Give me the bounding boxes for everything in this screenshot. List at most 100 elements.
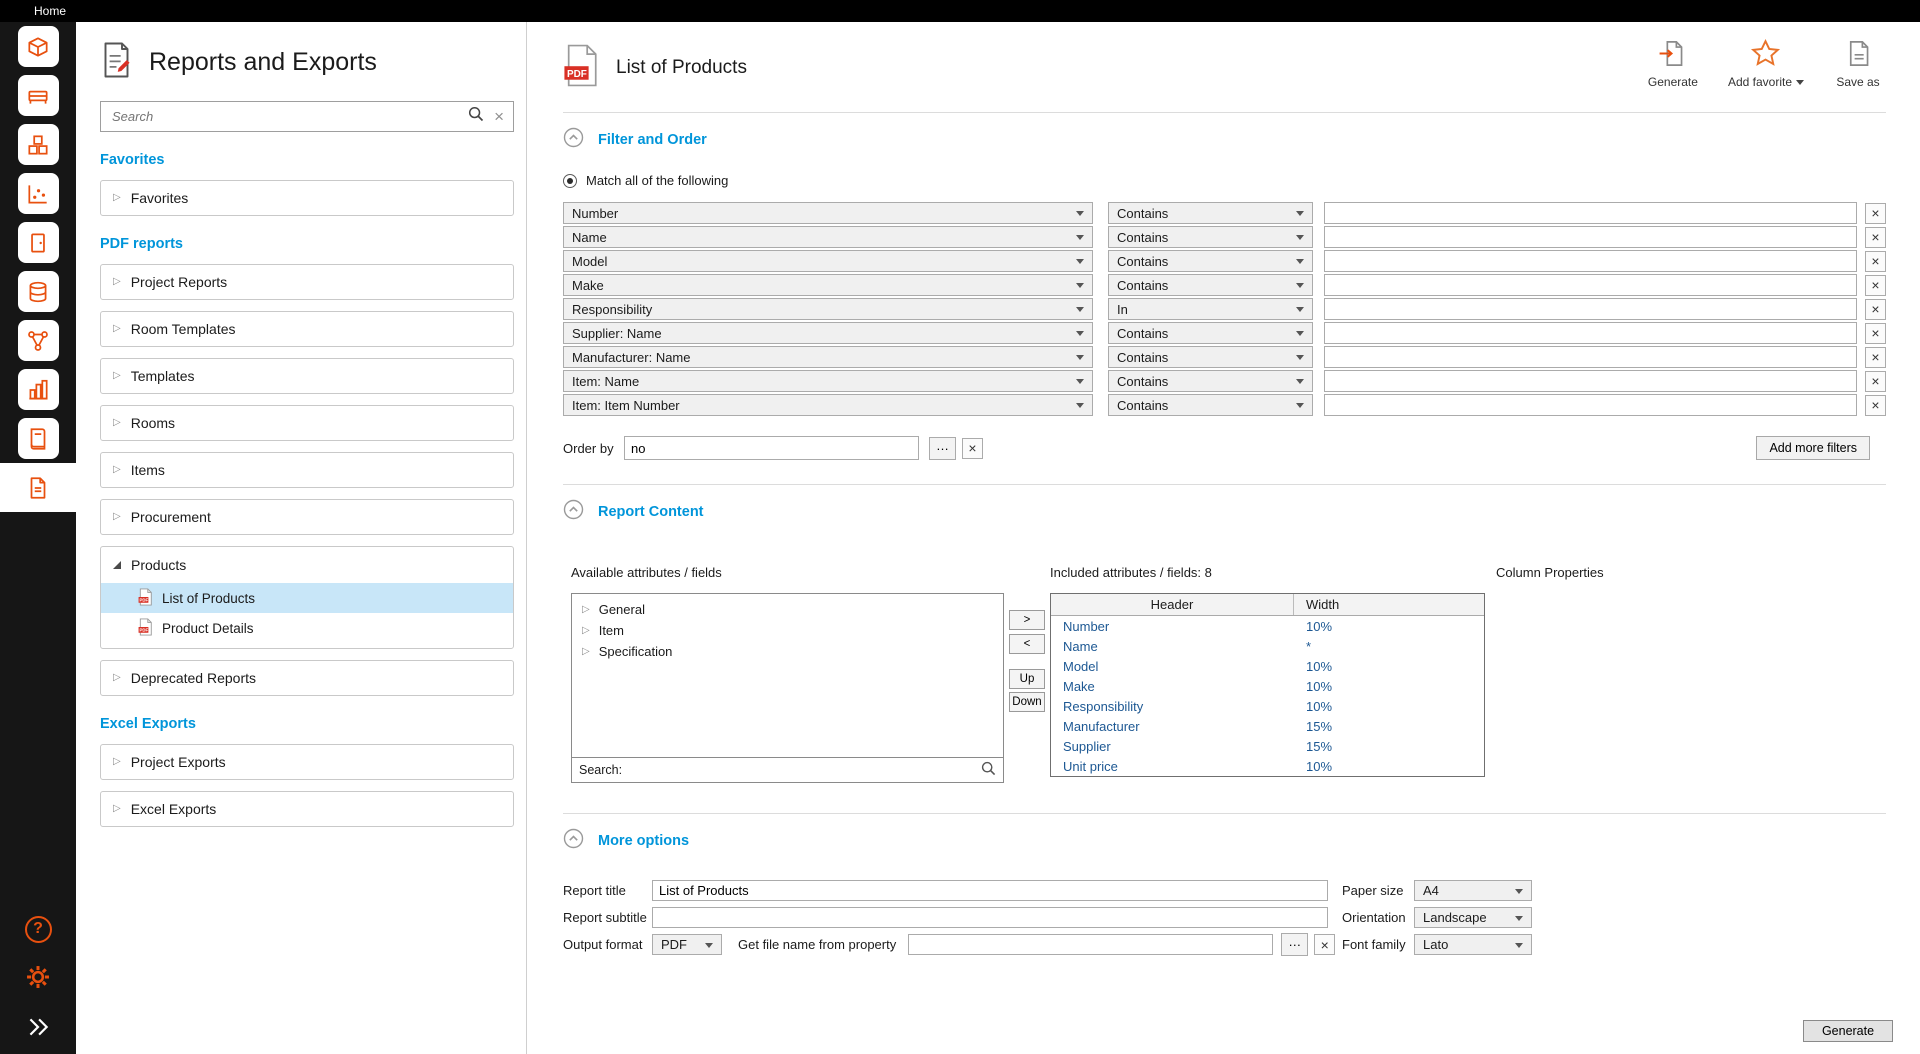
clear-search-icon[interactable]: × [494, 108, 504, 125]
filter-value-input[interactable] [1324, 226, 1857, 248]
filter-field-dropdown[interactable]: Manufacturer: Name [563, 346, 1093, 368]
table-row[interactable]: Number 10% [1051, 616, 1484, 636]
filter-operator-dropdown[interactable]: Contains [1108, 370, 1313, 392]
order-by-input[interactable] [624, 436, 919, 460]
filter-field-dropdown[interactable]: Responsibility [563, 298, 1093, 320]
filter-field-dropdown[interactable]: Item: Item Number [563, 394, 1093, 416]
rail-item-settings[interactable] [0, 954, 76, 1004]
add-more-filters-button[interactable]: Add more filters [1756, 436, 1870, 460]
filter-operator-dropdown[interactable]: Contains [1108, 346, 1313, 368]
report-title-input[interactable] [652, 880, 1328, 901]
filter-operator-dropdown[interactable]: In [1108, 298, 1313, 320]
order-by-browse-button[interactable]: … [929, 437, 956, 460]
report-subtitle-input[interactable] [652, 907, 1328, 928]
clear-file-name-button[interactable]: × [1314, 934, 1335, 955]
table-row[interactable]: Unit price 10% [1051, 756, 1484, 776]
sidebar-item-products[interactable]: Products [101, 547, 513, 583]
filter-value-input[interactable] [1324, 370, 1857, 392]
filter-value-input[interactable] [1324, 298, 1857, 320]
filter-value-input[interactable] [1324, 274, 1857, 296]
sidebar-item-list-of-products[interactable]: PDF List of Products [101, 583, 513, 613]
remove-filter-button[interactable]: × [1865, 275, 1886, 296]
table-row[interactable]: Supplier 15% [1051, 736, 1484, 756]
filter-value-input[interactable] [1324, 394, 1857, 416]
sidebar-item-project-exports[interactable]: ▷ Project Exports [100, 744, 514, 780]
rail-item-items[interactable] [0, 120, 76, 169]
sidebar-item-project-reports[interactable]: ▷ Project Reports [100, 264, 514, 300]
filter-value-input[interactable] [1324, 202, 1857, 224]
remove-filter-button[interactable]: × [1865, 203, 1886, 224]
filter-field-dropdown[interactable]: Make [563, 274, 1093, 296]
add-favorite-button[interactable]: Add favorite [1724, 38, 1808, 89]
save-as-button[interactable]: Save as [1830, 38, 1886, 89]
search-icon[interactable] [981, 761, 996, 779]
sidebar-item-deprecated-reports[interactable]: ▷ Deprecated Reports [100, 660, 514, 696]
output-format-dropdown[interactable]: PDF [652, 934, 722, 955]
sidebar-item-room-templates[interactable]: ▷ Room Templates [100, 311, 514, 347]
move-up-button[interactable]: Up [1009, 669, 1045, 689]
file-name-property-input[interactable] [908, 934, 1273, 955]
filter-value-input[interactable] [1324, 250, 1857, 272]
table-row[interactable]: Name * [1051, 636, 1484, 656]
table-row[interactable]: Manufacturer 15% [1051, 716, 1484, 736]
search-icon[interactable] [468, 106, 484, 127]
rail-item-statistics[interactable] [0, 365, 76, 414]
filter-value-input[interactable] [1324, 346, 1857, 368]
collapse-section-icon[interactable] [563, 127, 584, 153]
filter-operator-dropdown[interactable]: Contains [1108, 274, 1313, 296]
filter-operator-dropdown[interactable]: Contains [1108, 202, 1313, 224]
search-input[interactable] [110, 108, 458, 125]
font-family-dropdown[interactable]: Lato [1414, 934, 1532, 955]
generate-button[interactable]: Generate [1644, 38, 1702, 89]
orientation-dropdown[interactable]: Landscape [1414, 907, 1532, 928]
collapse-section-icon[interactable] [563, 828, 584, 854]
remove-filter-button[interactable]: × [1865, 371, 1886, 392]
rail-item-reports[interactable] [0, 463, 76, 512]
tree-item-general[interactable]: ▷ General [572, 599, 1003, 620]
file-name-browse-button[interactable]: … [1281, 933, 1308, 956]
sidebar-item-excel-exports[interactable]: ▷ Excel Exports [100, 791, 514, 827]
filter-field-dropdown[interactable]: Item: Name [563, 370, 1093, 392]
remove-filter-button[interactable]: × [1865, 347, 1886, 368]
table-row[interactable]: Model 10% [1051, 656, 1484, 676]
table-row[interactable]: Make 10% [1051, 676, 1484, 696]
remove-filter-button[interactable]: × [1865, 251, 1886, 272]
sidebar-item-templates[interactable]: ▷ Templates [100, 358, 514, 394]
rail-item-distribution[interactable] [0, 169, 76, 218]
remove-filter-button[interactable]: × [1865, 299, 1886, 320]
rail-item-database[interactable] [0, 267, 76, 316]
rail-item-help[interactable]: ? [0, 904, 76, 954]
remove-filter-button[interactable]: × [1865, 227, 1886, 248]
move-left-button[interactable]: < [1009, 634, 1045, 654]
remove-filter-button[interactable]: × [1865, 395, 1886, 416]
sidebar-item-procurement[interactable]: ▷ Procurement [100, 499, 514, 535]
rail-item-room-planner[interactable] [0, 22, 76, 71]
table-row[interactable]: Responsibility 10% [1051, 696, 1484, 716]
filter-field-dropdown[interactable]: Model [563, 250, 1093, 272]
filter-field-dropdown[interactable]: Number [563, 202, 1093, 224]
clear-order-by-button[interactable]: × [962, 438, 983, 459]
rail-item-documents[interactable] [0, 218, 76, 267]
filter-operator-dropdown[interactable]: Contains [1108, 250, 1313, 272]
collapse-section-icon[interactable] [563, 499, 584, 525]
filter-operator-dropdown[interactable]: Contains [1108, 226, 1313, 248]
sidebar-item-product-details[interactable]: PDF Product Details [101, 613, 513, 643]
filter-field-dropdown[interactable]: Supplier: Name [563, 322, 1093, 344]
paper-size-dropdown[interactable]: A4 [1414, 880, 1532, 901]
sidebar-item-favorites[interactable]: ▷ Favorites [100, 180, 514, 216]
filter-operator-dropdown[interactable]: Contains [1108, 394, 1313, 416]
home-tab[interactable]: Home [34, 4, 66, 18]
generate-report-button[interactable]: Generate [1803, 1020, 1893, 1042]
filter-field-dropdown[interactable]: Name [563, 226, 1093, 248]
tree-item-item[interactable]: ▷ Item [572, 620, 1003, 641]
rail-item-catalog[interactable] [0, 414, 76, 463]
remove-filter-button[interactable]: × [1865, 323, 1886, 344]
filter-value-input[interactable] [1324, 322, 1857, 344]
match-all-radio[interactable] [563, 174, 577, 188]
rail-item-furniture-planner[interactable] [0, 71, 76, 120]
move-right-button[interactable]: > [1009, 610, 1045, 630]
sidebar-item-rooms[interactable]: ▷ Rooms [100, 405, 514, 441]
sidebar-item-items[interactable]: ▷ Items [100, 452, 514, 488]
filter-operator-dropdown[interactable]: Contains [1108, 322, 1313, 344]
rail-item-expand[interactable] [0, 1004, 76, 1054]
